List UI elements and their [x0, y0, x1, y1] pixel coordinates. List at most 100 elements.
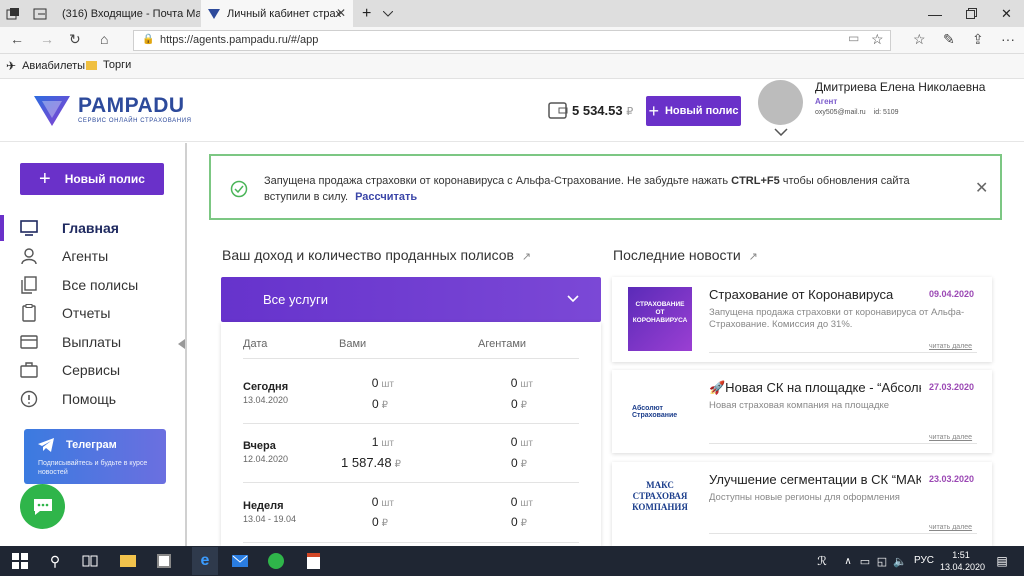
share-icon[interactable]: ⇪: [972, 31, 984, 48]
document-app-icon[interactable]: [303, 551, 323, 571]
set-aside-tabs-icon[interactable]: [27, 0, 49, 27]
home-icon[interactable]: ⌂: [100, 31, 108, 47]
fav-label: Авиабилеты: [22, 60, 86, 72]
news-item-title: 🚀Новая СК на площадке - “Абсолют Страхов…: [709, 380, 921, 395]
read-more-link[interactable]: читать далее: [929, 524, 972, 531]
sidebar-item-agents[interactable]: Агенты: [0, 243, 185, 269]
browser-tab-bar: (316) Входящие - Почта Ма Личный кабинет…: [0, 0, 1024, 27]
tab-actions-icon[interactable]: [0, 0, 27, 27]
minimize-icon[interactable]: —: [922, 0, 952, 27]
external-link-icon[interactable]: ↗: [749, 251, 758, 263]
agents-count: 0 шт: [510, 435, 533, 449]
plus-icon: +: [39, 167, 51, 190]
sidebar-new-policy-button[interactable]: + Новый полис: [20, 163, 164, 195]
external-link-icon[interactable]: ↗: [522, 251, 531, 263]
forward-icon[interactable]: →: [40, 31, 54, 47]
back-icon[interactable]: ←: [10, 31, 24, 47]
file-explorer-icon[interactable]: [118, 551, 138, 571]
whatsapp-icon[interactable]: [266, 551, 286, 571]
favorites-icon[interactable]: ☆: [913, 31, 926, 48]
tab-mail[interactable]: (316) Входящие - Почта Ма: [50, 0, 200, 27]
refresh-icon[interactable]: ↻: [69, 31, 81, 48]
plus-icon: +: [648, 100, 659, 121]
button-label: Новый полис: [664, 105, 739, 117]
fav-item-tenders[interactable]: Торги: [86, 59, 131, 71]
read-more-link[interactable]: читать далее: [929, 343, 972, 350]
notice-calc-link[interactable]: Рассчитать: [355, 191, 417, 203]
close-tab-icon[interactable]: ✕: [336, 6, 346, 20]
header-new-policy-button[interactable]: + Новый полис: [646, 96, 741, 126]
edge-icon[interactable]: e: [192, 547, 218, 575]
pampadu-logo-icon[interactable]: [32, 92, 72, 128]
news-item-desc: Доступны новые регионы для оформления: [709, 492, 900, 503]
language-indicator[interactable]: РУС: [914, 555, 934, 566]
windows-start-icon[interactable]: [10, 551, 30, 571]
user-name: Дмитриева Елена Николаевна: [815, 80, 986, 94]
people-icon[interactable]: ℛ: [812, 551, 832, 571]
sidebar: + Новый полис Главная Агенты Все полисы …: [0, 143, 187, 546]
chat-button[interactable]: [20, 484, 65, 529]
you-money: 0 ₽: [371, 515, 388, 529]
check-circle-icon: [230, 180, 248, 198]
row-date: 13.04 - 19.04: [243, 514, 297, 524]
agents-count: 0 шт: [510, 495, 533, 509]
chevron-down-icon[interactable]: [774, 128, 788, 136]
news-item-date: 09.04.2020: [929, 289, 975, 299]
sidebar-item-help[interactable]: Помощь: [0, 386, 185, 412]
you-count: 0 шт: [371, 376, 394, 390]
app-header: PAMPADU СЕРВИС ОНЛАЙН СТРАХОВАНИЯ 5 534.…: [0, 80, 1024, 142]
news-divider: [709, 352, 977, 353]
url-text: https://agents.pampadu.ru/#/app: [160, 34, 319, 46]
news-item-desc: Новая страховая компания на площадке: [709, 400, 890, 411]
tab-list-chevron-icon[interactable]: [377, 0, 397, 27]
clock-date: 13.04.2020: [940, 562, 986, 572]
income-table: Дата Вами Агентами Сегодня 13.04.2020 0ш…: [221, 322, 601, 546]
sidebar-item-label: Сервисы: [62, 362, 121, 378]
news-divider: [709, 443, 977, 444]
sidebar-item-policies[interactable]: Все полисы: [0, 272, 185, 298]
news-item-desc: Запущена продажа страховки от коронавиру…: [709, 307, 965, 330]
volume-icon[interactable]: 🔈: [890, 551, 910, 571]
news-thumb-text: МАКС СТРАХОВАЯ КОМПАНИЯ: [632, 480, 688, 512]
news-item-date: 23.03.2020: [929, 474, 975, 484]
services-dropdown[interactable]: Все услуги: [221, 277, 601, 322]
search-icon[interactable]: ⚲: [45, 551, 65, 571]
reading-view-icon[interactable]: ▭: [848, 31, 859, 45]
sidebar-item-services[interactable]: Сервисы: [0, 357, 185, 383]
close-icon[interactable]: ✕: [975, 178, 988, 198]
fav-item-flights[interactable]: ✈ Авиабилеты: [6, 59, 85, 73]
balance-currency: ₽: [626, 106, 634, 118]
income-title-text: Ваш доход и количество проданных полисов: [222, 247, 514, 263]
notifications-icon[interactable]: ▤: [992, 551, 1012, 571]
read-more-link[interactable]: читать далее: [929, 434, 972, 441]
user-icon: [21, 248, 37, 265]
tab-pampadu[interactable]: Личный кабинет страх ✕: [201, 0, 353, 27]
restore-icon[interactable]: [960, 0, 990, 27]
avatar[interactable]: [758, 80, 803, 125]
task-view-icon[interactable]: [80, 551, 100, 571]
card-icon: [20, 335, 38, 349]
new-tab-icon[interactable]: +: [356, 0, 376, 27]
favorite-star-icon[interactable]: ☆: [871, 31, 884, 48]
telegram-card[interactable]: Телеграм Подписывайтесь и будьте в курсе…: [24, 429, 166, 484]
news-divider: [709, 533, 977, 534]
clock[interactable]: 1:51 13.04.2020: [940, 549, 986, 573]
sidebar-item-reports[interactable]: Отчеты: [0, 300, 185, 326]
store-icon[interactable]: [154, 551, 174, 571]
news-card[interactable]: МАКС СТРАХОВАЯ КОМПАНИЯ Улучшение сегмен…: [612, 462, 992, 546]
news-title-text: Последние новости: [613, 247, 741, 263]
more-icon[interactable]: ···: [1001, 31, 1015, 47]
close-window-icon[interactable]: ✕: [995, 0, 1024, 27]
notes-icon[interactable]: ✎: [943, 31, 955, 48]
news-card[interactable]: Абсолют Страхование 🚀Новая СК на площадк…: [612, 370, 992, 453]
news-thumbnail: СТРАХОВАНИЕ ОТ КОРОНАВИРУСА: [628, 287, 692, 351]
news-card[interactable]: СТРАХОВАНИЕ ОТ КОРОНАВИРУСА Страхование …: [612, 277, 992, 362]
sidebar-item-label: Агенты: [62, 248, 109, 264]
mail-app-icon[interactable]: [230, 551, 250, 571]
briefcase-icon: [20, 362, 38, 378]
url-input[interactable]: 🔒 https://agents.pampadu.ru/#/app: [133, 30, 891, 51]
network-icon[interactable]: ◱: [872, 551, 892, 571]
sidebar-collapse-icon[interactable]: [178, 339, 185, 349]
sidebar-item-payouts[interactable]: Выплаты: [0, 329, 185, 355]
sidebar-item-home[interactable]: Главная: [0, 215, 185, 241]
